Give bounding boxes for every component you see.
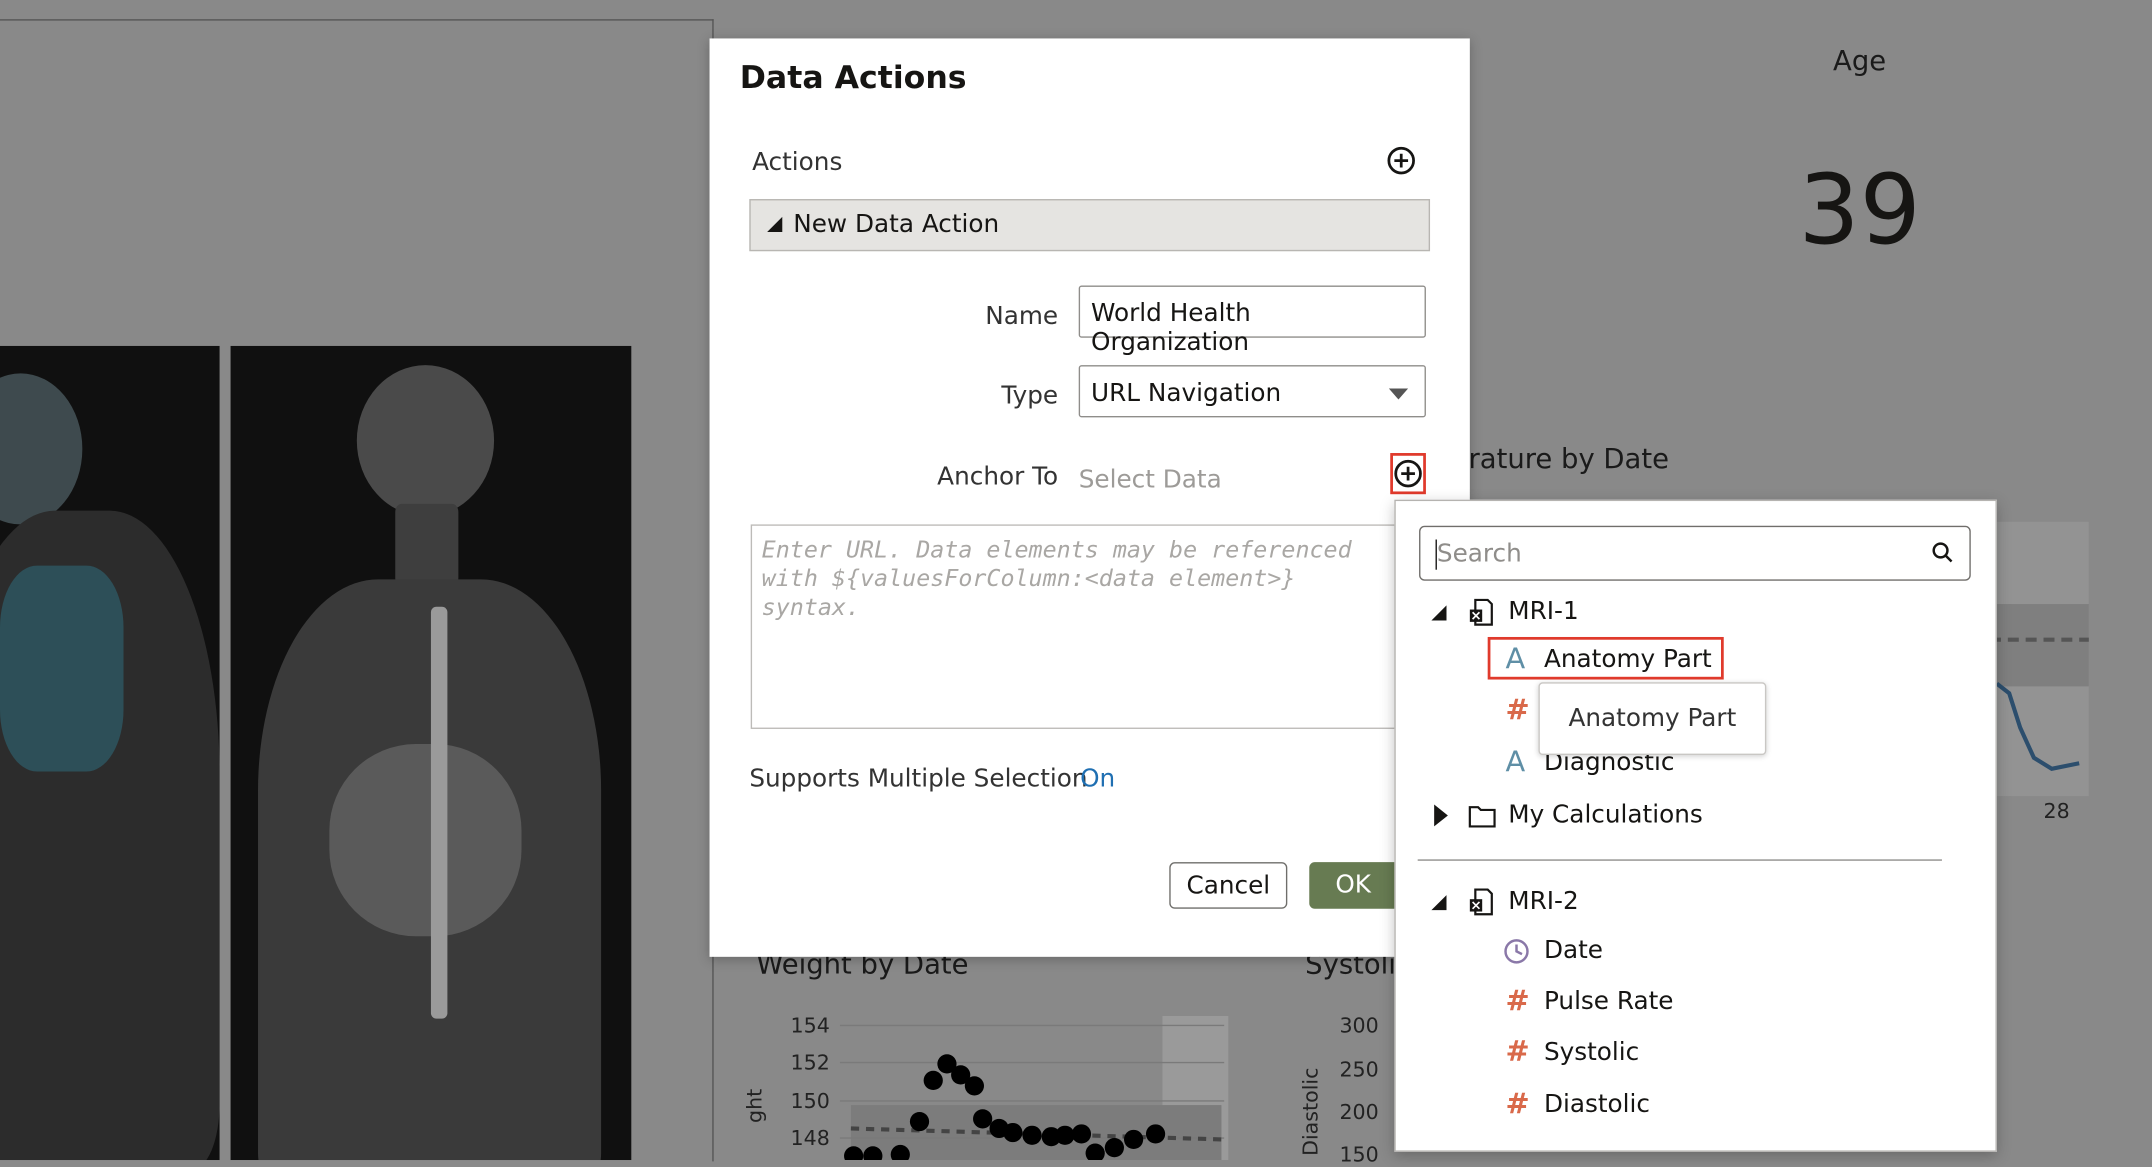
text-caret [1435,539,1437,570]
systolic-y-tick: 250 [1339,1057,1379,1082]
measure-icon: # [1505,693,1530,727]
selection-highlight [1487,636,1724,680]
systolic-y-tick: 150 [1339,1142,1379,1167]
dropdown-arrow-icon [1388,388,1409,400]
temperature-chart [1989,521,2089,797]
tree-node-label: MRI-2 [1508,886,1579,916]
data-actions-dialog: Data Actions Actions New Data Action Nam… [709,38,1470,957]
measure-icon: # [1505,1035,1530,1069]
cancel-button[interactable]: Cancel [1169,862,1288,909]
weight-y-tick: 150 [790,1088,830,1114]
temperature-chart-title: rature by Date [1468,442,1670,475]
weight-y-label: ght [742,1088,768,1123]
search-icon[interactable] [1931,541,1956,566]
systolic-y-tick: 300 [1339,1013,1379,1038]
add-action-button[interactable] [1386,146,1416,176]
tree-item-diastolic[interactable]: # Diastolic [1506,1086,1671,1124]
clock-icon [1504,939,1529,964]
tree-item-label: Date [1543,936,1604,966]
measure-icon: # [1505,984,1530,1018]
systolic-y-label: Diastolic [1298,1067,1323,1156]
type-select-value: URL Navigation [1091,378,1282,408]
add-circle-icon [1387,146,1415,175]
url-textarea[interactable]: Enter URL. Data elements may be referenc… [750,524,1396,729]
search-input[interactable]: Search [1419,525,1971,581]
ok-button[interactable]: OK [1309,862,1398,909]
weight-y-tick: 154 [790,1013,830,1038]
weight-chart [839,1015,1229,1161]
dataset-icon [1469,888,1493,916]
age-value: 39 [1798,153,1921,267]
tooltip: Anatomy Part [1538,682,1767,756]
weight-y-tick: 148 [790,1125,830,1151]
add-circle-icon [1394,459,1422,488]
weight-y-tick: 152 [790,1050,830,1075]
dataset-icon [1469,598,1493,626]
anchor-select-data[interactable]: Select Data [1079,465,1222,494]
data-picker-popup: Search MRI-1 A Anatomy Part # Va [1394,499,1997,1152]
anchor-label: Anchor To [937,462,1059,492]
measure-icon: # [1505,1087,1530,1121]
folder-icon [1468,806,1496,828]
action-list-item[interactable]: New Data Action [749,199,1431,252]
temperature-x-tick: 28 [2043,798,2070,824]
attribute-icon: A [1505,745,1526,779]
type-select[interactable]: URL Navigation [1078,365,1426,418]
tree-item-pulse-rate[interactable]: # Pulse Rate [1506,983,1698,1021]
expand-triangle-icon[interactable] [1431,895,1447,911]
tree-node-label: MRI-1 [1508,597,1579,626]
tree-node-my-calculations[interactable]: My Calculations [1429,796,1731,834]
multi-selection-toggle[interactable]: On [1080,765,1115,794]
tree-item-label: Pulse Rate [1543,987,1674,1016]
anchor-add-button[interactable] [1390,453,1426,495]
search-placeholder: Search [1436,539,1522,569]
mri-image-right [230,345,632,1161]
name-field[interactable]: World Health Organization [1078,285,1426,357]
action-item-label: New Data Action [793,210,1000,239]
type-label: Type [1001,381,1059,411]
systolic-y-tick: 200 [1339,1099,1379,1125]
expand-triangle-icon[interactable] [1431,605,1447,621]
collapse-triangle-icon[interactable] [767,216,783,233]
group-divider [1417,859,1942,861]
tree-node-mri-2[interactable]: MRI-2 [1429,883,1703,921]
actions-label: Actions [752,148,843,178]
multi-selection-label: Supports Multiple Selection [749,764,1088,794]
tree-item-label: Systolic [1543,1037,1640,1067]
dialog-title: Data Actions [739,60,967,97]
mri-image-left [0,345,220,1161]
tree-node-mri-1[interactable]: MRI-1 [1429,593,1703,631]
tree-node-label: My Calculations [1508,800,1703,830]
tree-item-label: Diastolic [1543,1090,1650,1119]
age-title: Age [1833,43,1887,77]
collapsed-triangle-icon[interactable] [1434,804,1448,827]
name-label: Name [985,302,1059,331]
tree-item-date[interactable]: Date [1504,932,1671,970]
tree-item-systolic[interactable]: # Systolic [1506,1034,1671,1072]
